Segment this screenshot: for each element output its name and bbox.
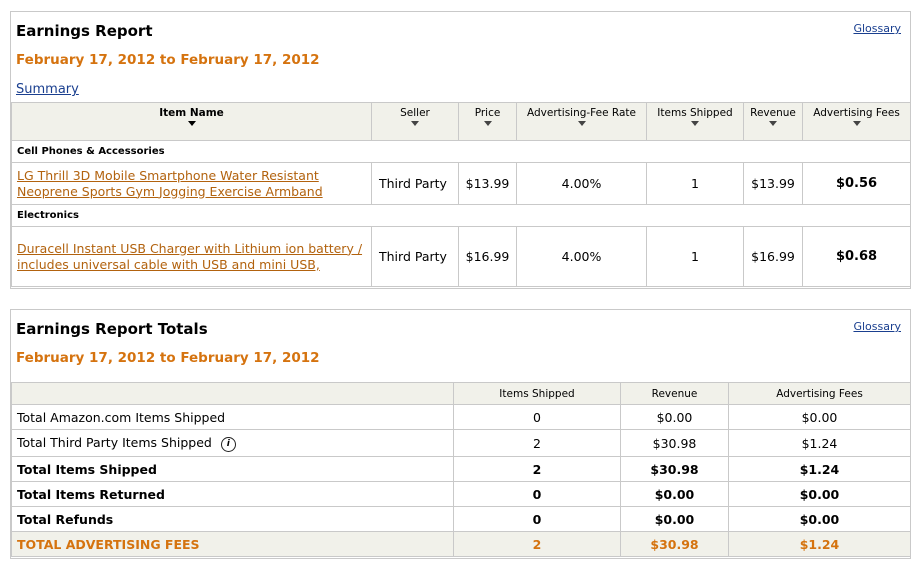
- col-item-name[interactable]: Item Name: [11, 102, 372, 141]
- sort-icon: [769, 121, 777, 126]
- date-range: February 17, 2012 to February 17, 2012: [16, 52, 320, 68]
- col-price[interactable]: Price: [458, 102, 517, 141]
- earnings-report-panel: Earnings Report Glossary February 17, 20…: [10, 11, 911, 289]
- category-row: Electronics: [11, 204, 911, 227]
- col-items-shipped-label: Items Shipped: [657, 107, 733, 119]
- totals-label: Total Amazon.com Items Shipped: [11, 404, 454, 430]
- rate-cell: 4.00%: [516, 226, 647, 287]
- totals-shipped: 2: [453, 531, 621, 557]
- totals-label: TOTAL ADVERTISING FEES: [11, 531, 454, 557]
- totals-col-blank: [11, 382, 454, 405]
- sort-icon: [577, 121, 586, 126]
- col-seller[interactable]: Seller: [371, 102, 459, 141]
- sort-icon: [852, 121, 861, 126]
- earnings-table: Item Name Seller Price Advertising-Fee R…: [11, 102, 911, 287]
- sort-icon: [691, 121, 699, 126]
- fees-cell: $0.56: [802, 162, 911, 205]
- rate-cell: 4.00%: [516, 162, 647, 205]
- totals-label: Total Items Returned: [11, 481, 454, 507]
- col-advertising-fees[interactable]: Advertising Fees: [802, 102, 911, 141]
- price-cell: $13.99: [458, 162, 517, 205]
- price-cell: $16.99: [458, 226, 517, 287]
- sort-desc-icon: [187, 121, 196, 126]
- totals-label: Total Third Party Items Shipped: [17, 434, 212, 450]
- col-revenue[interactable]: Revenue: [743, 102, 803, 141]
- table-row: Total Refunds 0 $0.00 $0.00: [11, 506, 911, 532]
- totals-table: Items Shipped Revenue Advertising Fees T…: [11, 382, 911, 557]
- item-link[interactable]: Duracell Instant USB Charger with Lithiu…: [17, 241, 362, 272]
- item-link[interactable]: LG Thrill 3D Mobile Smartphone Water Res…: [17, 168, 323, 199]
- earnings-totals-panel: Earnings Report Totals Glossary February…: [10, 309, 911, 559]
- table-row: Duracell Instant USB Charger with Lithiu…: [11, 226, 911, 287]
- glossary-link[interactable]: Glossary: [853, 22, 901, 35]
- sort-icon: [483, 121, 492, 126]
- totals-fees: $0.00: [728, 404, 911, 430]
- totals-revenue: $30.98: [620, 456, 729, 482]
- totals-revenue: $0.00: [620, 404, 729, 430]
- category-row: Cell Phones & Accessories: [11, 140, 911, 163]
- totals-fees: $0.00: [728, 506, 911, 532]
- table-row: Total Third Party Items Shipped i 2 $30.9…: [11, 429, 911, 457]
- page-title: Earnings Report: [16, 22, 153, 40]
- totals-label-cell: Total Third Party Items Shipped i: [11, 429, 454, 457]
- total-advertising-fees-row: TOTAL ADVERTISING FEES 2 $30.98 $1.24: [11, 531, 911, 557]
- table-row: Total Items Shipped 2 $30.98 $1.24: [11, 456, 911, 482]
- totals-col-items-shipped: Items Shipped: [453, 382, 621, 405]
- totals-fees: $0.00: [728, 481, 911, 507]
- seller-cell: Third Party: [371, 226, 459, 287]
- info-icon[interactable]: i: [220, 436, 236, 452]
- fees-cell: $0.68: [802, 226, 911, 287]
- totals-revenue: $30.98: [620, 531, 729, 557]
- totals-shipped: 0: [453, 481, 621, 507]
- col-advertising-fees-label: Advertising Fees: [813, 107, 900, 119]
- totals-shipped: 0: [453, 404, 621, 430]
- shipped-cell: 1: [646, 162, 744, 205]
- table-row: Total Amazon.com Items Shipped 0 $0.00 $…: [11, 404, 911, 430]
- totals-revenue: $0.00: [620, 481, 729, 507]
- col-price-label: Price: [474, 107, 501, 119]
- totals-shipped: 0: [453, 506, 621, 532]
- item-name-cell: Duracell Instant USB Charger with Lithiu…: [11, 226, 372, 287]
- totals-revenue: $30.98: [620, 429, 729, 457]
- revenue-cell: $13.99: [743, 162, 803, 205]
- totals-label: Total Refunds: [11, 506, 454, 532]
- totals-title: Earnings Report Totals: [16, 320, 208, 338]
- totals-col-revenue: Revenue: [620, 382, 729, 405]
- shipped-cell: 1: [646, 226, 744, 287]
- totals-fees: $1.24: [728, 429, 911, 457]
- col-fee-rate-label: Advertising-Fee Rate: [527, 107, 636, 119]
- item-name-cell: LG Thrill 3D Mobile Smartphone Water Res…: [11, 162, 372, 205]
- seller-cell: Third Party: [371, 162, 459, 205]
- revenue-cell: $16.99: [743, 226, 803, 287]
- totals-fees: $1.24: [728, 531, 911, 557]
- col-fee-rate[interactable]: Advertising-Fee Rate: [516, 102, 647, 141]
- col-items-shipped[interactable]: Items Shipped: [646, 102, 744, 141]
- col-seller-label: Seller: [400, 107, 430, 119]
- totals-label: Total Items Shipped: [11, 456, 454, 482]
- totals-shipped: 2: [453, 429, 621, 457]
- col-revenue-label: Revenue: [750, 107, 796, 119]
- summary-link[interactable]: Summary: [16, 82, 79, 97]
- glossary-link[interactable]: Glossary: [853, 320, 901, 333]
- table-row: Total Items Returned 0 $0.00 $0.00: [11, 481, 911, 507]
- totals-col-advertising-fees: Advertising Fees: [728, 382, 911, 405]
- col-item-name-label: Item Name: [159, 107, 224, 119]
- sort-icon: [411, 121, 419, 126]
- totals-shipped: 2: [453, 456, 621, 482]
- date-range: February 17, 2012 to February 17, 2012: [16, 350, 320, 366]
- totals-fees: $1.24: [728, 456, 911, 482]
- table-row: LG Thrill 3D Mobile Smartphone Water Res…: [11, 162, 911, 205]
- totals-revenue: $0.00: [620, 506, 729, 532]
